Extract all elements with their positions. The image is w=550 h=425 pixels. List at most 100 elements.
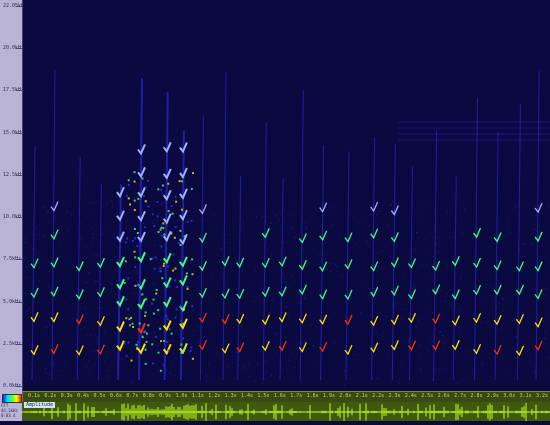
- noise-speck: [92, 233, 94, 235]
- harmonic-mark: [515, 313, 525, 325]
- noise-speck: [164, 201, 166, 203]
- harmonic-mark: [50, 229, 59, 241]
- noise-speck: [416, 232, 417, 233]
- spectrogram-canvas[interactable]: [23, 0, 550, 391]
- noise-speck: [243, 365, 245, 367]
- noise-speck: [179, 260, 181, 262]
- noise-speck: [276, 332, 278, 334]
- noise-speck: [90, 210, 92, 212]
- noise-speck: [360, 312, 362, 314]
- spectrogram-view[interactable]: [22, 0, 550, 391]
- noise-speck: [261, 271, 263, 273]
- noise-speck: [25, 381, 26, 382]
- noise-speck: [255, 214, 257, 215]
- noise-speck: [161, 217, 163, 219]
- waveform-canvas[interactable]: [22, 402, 550, 421]
- noise-speck: [543, 294, 544, 295]
- energy-cell: [186, 287, 189, 290]
- frequency-ruler[interactable]: 22.05kHz20.0kHz17.5kHz15.0kHz12.5kHz10.0…: [0, 0, 27, 391]
- noise-speck: [530, 312, 532, 314]
- noise-speck: [45, 372, 47, 374]
- noise-speck: [375, 299, 377, 301]
- noise-speck: [38, 263, 40, 264]
- harmonic-mark: [298, 284, 307, 296]
- noise-speck: [287, 317, 289, 318]
- noise-speck: [50, 268, 52, 270]
- noise-speck: [298, 302, 300, 304]
- noise-speck: [252, 307, 254, 309]
- noise-speck: [240, 257, 242, 259]
- harmonic-mark: [432, 260, 441, 272]
- energy-cell: [166, 265, 169, 268]
- noise-speck: [253, 380, 255, 382]
- energy-cell: [155, 292, 158, 295]
- noise-speck: [103, 360, 105, 362]
- time-tick-label: 1.7s: [290, 393, 303, 399]
- noise-speck: [271, 374, 273, 376]
- time-tick-label: 3.1s: [519, 393, 532, 399]
- noise-speck: [463, 233, 465, 235]
- noise-speck: [442, 348, 444, 350]
- energy-cell: [190, 346, 193, 349]
- energy-cell: [191, 357, 194, 360]
- noise-speck: [152, 222, 154, 224]
- noise-speck: [351, 247, 353, 249]
- noise-speck: [73, 317, 75, 319]
- energy-cell: [160, 245, 163, 248]
- noise-speck: [60, 241, 62, 242]
- noise-speck: [333, 342, 335, 344]
- noise-speck: [298, 342, 300, 344]
- noise-speck: [265, 371, 267, 373]
- energy-cell: [129, 203, 131, 206]
- noise-speck: [432, 379, 434, 381]
- noise-speck: [121, 358, 123, 360]
- noise-speck: [344, 370, 346, 372]
- noise-speck: [461, 233, 463, 234]
- energy-cell: [183, 235, 186, 238]
- waveform-strip[interactable]: Amplitude: [22, 402, 550, 421]
- noise-speck: [24, 242, 26, 244]
- noise-speck: [301, 342, 303, 344]
- energy-cell: [144, 362, 147, 365]
- noise-speck: [534, 358, 536, 360]
- noise-speck: [524, 256, 526, 258]
- time-tick-label: 1.2s: [208, 393, 221, 399]
- noise-speck: [275, 215, 277, 217]
- noise-speck: [101, 266, 103, 268]
- noise-speck: [367, 225, 369, 227]
- noise-speck: [282, 242, 284, 244]
- noise-speck: [292, 276, 294, 278]
- noise-speck: [232, 361, 234, 363]
- energy-cell: [139, 193, 142, 196]
- call-streak: [320, 145, 325, 381]
- energy-cell: [180, 323, 183, 326]
- noise-speck: [340, 200, 341, 202]
- noise-speck: [70, 265, 72, 267]
- noise-speck: [160, 349, 162, 351]
- energy-cell: [159, 270, 162, 273]
- energy-cell: [141, 177, 144, 180]
- energy-cell: [135, 343, 138, 346]
- energy-cell: [163, 262, 165, 265]
- noise-speck: [95, 289, 97, 291]
- noise-speck: [514, 317, 516, 319]
- noise-speck: [544, 255, 546, 257]
- noise-speck: [70, 213, 72, 215]
- time-ruler[interactable]: 0.1s 0.2s 0.3s 0.4s 0.5s 0.6s 0.7s 0.8s 0.9s 1.0s…: [22, 391, 550, 402]
- noise-speck: [94, 263, 96, 265]
- harmonic-mark: [30, 312, 39, 323]
- call-streak: [262, 122, 267, 381]
- color-palette-icon[interactable]: [2, 394, 22, 403]
- harmonic-mark: [319, 230, 328, 242]
- energy-cell: [136, 347, 139, 350]
- harmonic-mark: [298, 233, 307, 244]
- noise-speck: [369, 293, 371, 295]
- noise-speck: [521, 243, 523, 245]
- noise-speck: [90, 202, 92, 203]
- noise-speck: [303, 373, 305, 375]
- noise-speck: [91, 241, 93, 243]
- harmonic-mark: [451, 256, 460, 267]
- noise-speck: [429, 322, 431, 324]
- noise-speck: [405, 259, 407, 261]
- noise-speck: [45, 326, 47, 328]
